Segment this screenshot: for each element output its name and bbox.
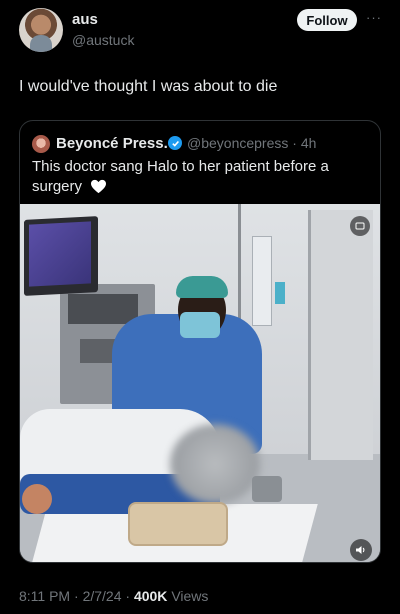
- video-scene-wall-panel: [252, 236, 272, 326]
- video-scene-monitor: [24, 216, 98, 296]
- author-avatar[interactable]: [19, 8, 63, 52]
- author-display-name[interactable]: aus: [72, 11, 98, 28]
- video-scene-patient-hand: [22, 484, 52, 514]
- views-label: Views: [171, 588, 209, 604]
- separator-dot: ·: [74, 588, 79, 604]
- video-scene-surgical-cap: [176, 276, 228, 298]
- tweet-timestamp: 8:11 PM · 2/7/24 · 400K Views: [19, 588, 208, 604]
- quoted-tweet-card[interactable]: Beyoncé Press. @beyoncepress · 4h This d…: [19, 120, 381, 563]
- video-badge-icon[interactable]: [350, 216, 370, 236]
- video-scene-door: [308, 210, 373, 460]
- video-player[interactable]: [20, 204, 380, 562]
- video-scene-tray: [128, 502, 228, 546]
- tweet-date: 2/7/24: [82, 588, 122, 604]
- video-scene-patient-head-blurred: [170, 424, 260, 504]
- volume-icon[interactable]: [350, 539, 372, 561]
- follow-button[interactable]: Follow: [297, 9, 357, 31]
- quoted-author-avatar: [32, 135, 50, 153]
- tweet-text: I would've thought I was about to die: [19, 78, 278, 95]
- quoted-tweet-text-wrap: This doctor sang Halo to her patient bef…: [32, 157, 352, 200]
- quoted-author-name: Beyoncé Press.: [56, 135, 168, 152]
- quoted-author-handle: @beyoncepress: [187, 135, 289, 151]
- video-scene-mask: [180, 312, 220, 338]
- more-horizontal-icon[interactable]: ···: [366, 10, 382, 25]
- video-scene-wall-box: [275, 282, 285, 304]
- video-scene-device: [252, 476, 282, 502]
- separator-dot: ·: [125, 588, 131, 604]
- quoted-tweet-age: · 4h: [292, 135, 317, 151]
- quoted-author-meta: @beyoncepress · 4h: [187, 135, 316, 151]
- views-count: 400K: [133, 588, 168, 604]
- quoted-tweet-text: This doctor sang Halo to her patient bef…: [32, 158, 329, 195]
- verified-badge-icon: [168, 136, 182, 150]
- white-heart-icon: [90, 179, 107, 200]
- tweet-time: 8:11 PM: [19, 588, 71, 604]
- author-handle[interactable]: @austuck: [72, 32, 134, 48]
